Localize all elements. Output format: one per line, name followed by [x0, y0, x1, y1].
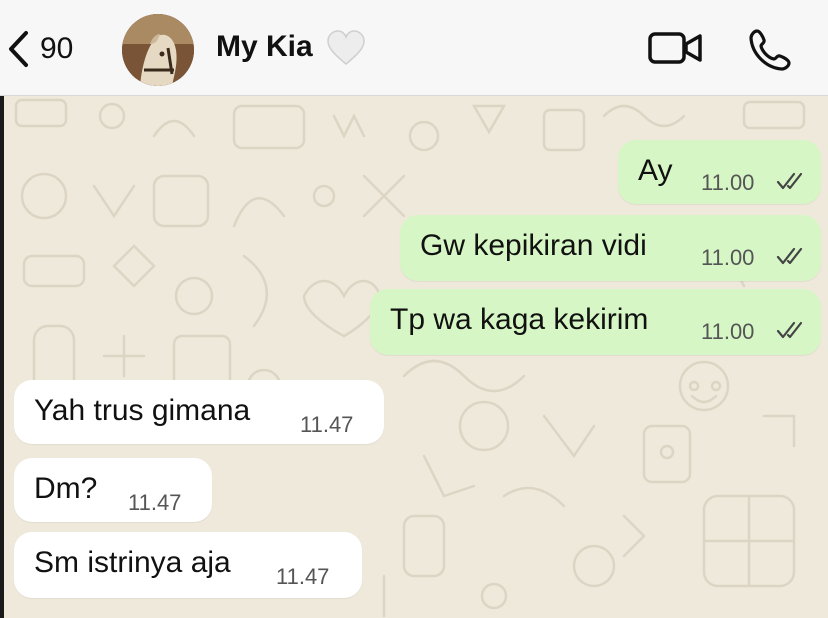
message-text: Sm istrinya aja: [34, 546, 231, 579]
message-bubble-outgoing[interactable]: Tp wa kaga kekirim 11.00: [370, 289, 821, 355]
contact-name[interactable]: My Kia: [216, 30, 313, 64]
message-bubble-outgoing[interactable]: Gw kepikiran vidi 11.00: [400, 215, 821, 281]
avatar[interactable]: [122, 14, 194, 86]
double-check-icon: [776, 321, 803, 339]
message-time: 11.00: [701, 319, 755, 344]
message-time: 11.47: [300, 412, 354, 437]
message-text: Dm?: [34, 472, 98, 505]
message-text: Yah trus gimana: [34, 394, 251, 427]
back-button[interactable]: 90: [6, 24, 106, 74]
video-call-icon[interactable]: [648, 30, 704, 66]
message-time: 11.47: [128, 490, 182, 515]
chevron-left-icon: [9, 31, 28, 67]
message-time: 11.00: [701, 245, 755, 270]
message-bubble-incoming[interactable]: Yah trus gimana 11.47: [14, 380, 384, 444]
double-check-icon: [776, 172, 803, 190]
chat-header: 90 My Kia: [0, 0, 828, 96]
unread-count: 90: [40, 32, 74, 65]
message-text: Ay: [638, 154, 673, 187]
voice-call-icon[interactable]: [748, 28, 792, 72]
message-text: Gw kepikiran vidi: [420, 229, 647, 262]
message-bubble-outgoing[interactable]: Ay 11.00: [618, 140, 821, 204]
message-time: 11.00: [701, 170, 755, 195]
avatar-image: [122, 14, 194, 86]
message-text: Tp wa kaga kekirim: [390, 303, 649, 336]
message-time: 11.47: [276, 564, 330, 589]
chat-area[interactable]: Ay 11.00 Gw kepikiran vidi 11.00 Tp wa k…: [4, 96, 828, 618]
white-heart-icon: [327, 30, 365, 65]
message-bubble-incoming[interactable]: Sm istrinya aja 11.47: [14, 532, 362, 598]
double-check-icon: [776, 247, 803, 265]
message-bubble-incoming[interactable]: Dm? 11.47: [14, 458, 212, 522]
